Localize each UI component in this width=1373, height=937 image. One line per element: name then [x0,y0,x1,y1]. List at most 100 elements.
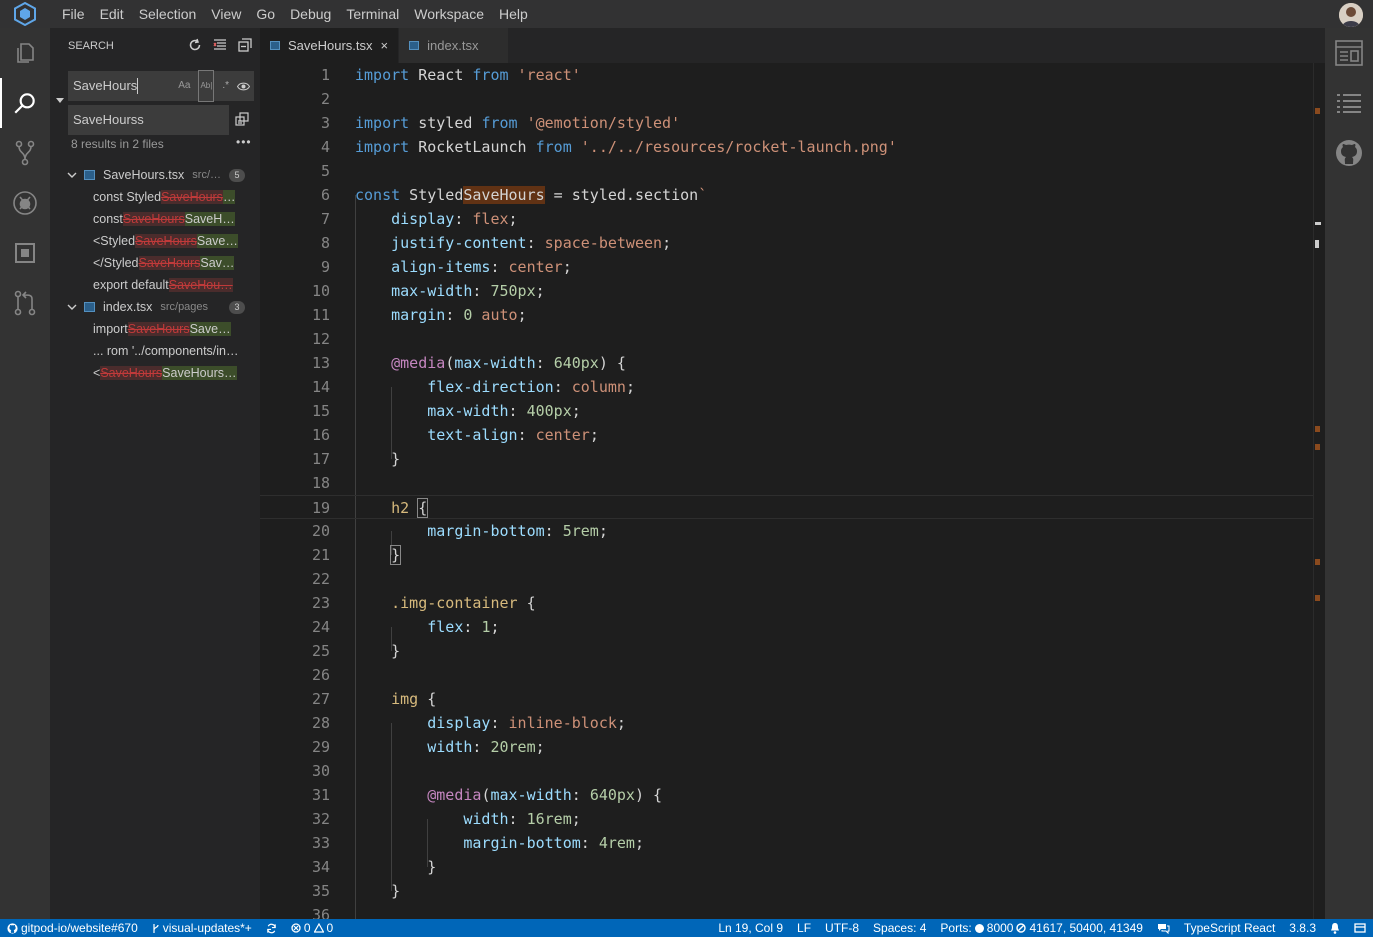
code-line[interactable]: 1 import React from 'react' [260,63,1315,87]
ts-version[interactable]: 3.8.3 [1282,921,1323,935]
code-line[interactable]: 5 [260,159,1315,183]
menu-selection[interactable]: Selection [131,0,204,28]
code-line[interactable]: 29 width: 20rem; [260,735,1315,759]
code-line[interactable]: 27 img { [260,687,1315,711]
ports-status[interactable]: Ports: 8000 41617, 50400, 41349 [933,921,1150,935]
toggle-replace-icon[interactable] [56,98,64,103]
code-editor[interactable]: 1 import React from 'react' 2 3 import style… [260,63,1325,919]
code-line[interactable]: 32 width: 16rem; [260,807,1315,831]
github-icon[interactable] [1325,128,1373,178]
code-line[interactable]: 14 flex-direction: column; [260,375,1315,399]
menu-terminal[interactable]: Terminal [339,0,407,28]
source-control-icon[interactable] [0,128,50,178]
code-line[interactable]: 15 max-width: 400px; [260,399,1315,423]
code-line[interactable]: 26 [260,663,1315,687]
menu-go[interactable]: Go [249,0,283,28]
repo-status[interactable]: gitpod-io/website#670 [0,921,145,935]
indent-status[interactable]: Spaces: 4 [866,921,933,935]
close-icon[interactable]: × [381,38,389,53]
code-line[interactable]: 24 flex: 1; [260,615,1315,639]
encoding-status[interactable]: UTF-8 [818,921,866,935]
result-file-savehours[interactable]: SaveHours.tsx src/… 5 [50,164,260,186]
match-item[interactable]: const Styled SaveHours… [50,186,246,208]
code-line[interactable]: 9 align-items: center; [260,255,1315,279]
tab-savehours[interactable]: SaveHours.tsx × [260,28,400,63]
feedback-icon[interactable] [1150,921,1177,935]
user-avatar[interactable] [1339,3,1363,27]
code-line[interactable]: 2 [260,87,1315,111]
code-line[interactable]: 7 display: flex; [260,207,1315,231]
clear-results-icon[interactable] [213,38,227,52]
code-line[interactable]: 19 h2 { [260,495,1315,519]
code-line[interactable]: 22 [260,567,1315,591]
match-item[interactable]: </Styled SaveHours Sav… [50,252,246,274]
code-line[interactable]: 35 } [260,879,1315,903]
editor-scrollbar[interactable] [1313,63,1325,919]
code-line[interactable]: 10 max-width: 750px; [260,279,1315,303]
match-word-option[interactable]: Ab| [198,70,215,102]
menu-view[interactable]: View [204,0,249,28]
match-item[interactable]: < SaveHours SaveHours… [50,362,246,384]
code-line[interactable]: 8 justify-content: space-between; [260,231,1315,255]
extensions-icon[interactable] [0,228,50,278]
menu-workspace[interactable]: Workspace [407,0,492,28]
line-number: 23 [311,594,330,612]
match-item[interactable]: ... rom '../components/in… [50,340,246,362]
replace-all-icon[interactable] [235,112,249,126]
code-line[interactable]: 16 text-align: center; [260,423,1315,447]
match-item[interactable]: const SaveHours SaveH… [50,208,246,230]
branch-status[interactable]: visual-updates*+ [145,921,259,935]
code-line[interactable]: 34 } [260,855,1315,879]
problems-status[interactable]: 0 0 [284,921,340,935]
code-line[interactable]: 33 margin-bottom: 4rem; [260,831,1315,855]
code-line[interactable]: 30 [260,759,1315,783]
code-line[interactable]: 23 .img-container { [260,591,1315,615]
code-line[interactable]: 11 margin: 0 auto; [260,303,1315,327]
code-token: : [472,738,491,756]
replace-input[interactable]: SaveHourss [68,105,229,135]
eye-icon[interactable] [237,82,250,91]
more-actions-icon[interactable]: ••• [236,135,252,149]
code-line[interactable]: 3 import styled from '@emotion/styled' [260,111,1315,135]
code-line[interactable]: 31 @media(max-width: 640px) { [260,783,1315,807]
search-icon[interactable] [0,78,50,128]
menu-edit[interactable]: Edit [92,0,131,28]
code-line[interactable]: 18 [260,471,1315,495]
sync-icon[interactable] [259,923,284,934]
language-mode[interactable]: TypeScript React [1177,921,1282,935]
refresh-icon[interactable] [188,38,202,52]
pull-request-icon[interactable] [0,278,50,328]
code-line[interactable]: 36 [260,903,1315,919]
cursor-position[interactable]: Ln 19, Col 9 [711,921,790,935]
bell-icon[interactable] [1323,921,1347,935]
code-line[interactable]: 13 @media(max-width: 640px) { [260,351,1315,375]
code-line[interactable]: 20 margin-bottom: 5rem; [260,519,1315,543]
explorer-icon[interactable] [0,28,50,78]
code-line[interactable]: 25 } [260,639,1315,663]
eol-status[interactable]: LF [790,921,818,935]
code-line[interactable]: 4 import RocketLaunch from '../../resourc… [260,135,1315,159]
code-line[interactable]: 28 display: inline-block; [260,711,1315,735]
search-input[interactable]: SaveHours Aa Ab| .* [68,70,254,102]
match-item[interactable]: export default SaveHou… [50,274,246,296]
collapse-all-icon[interactable] [238,38,252,52]
result-file-index[interactable]: index.tsx src/pages 3 [50,296,260,318]
menu-debug[interactable]: Debug [283,0,339,28]
match-case-option[interactable]: Aa [178,71,190,101]
regex-option[interactable]: .* [222,71,229,101]
outline-icon[interactable] [1325,78,1373,128]
code-line[interactable]: 6 const StyledSaveHours = styled.section` [260,183,1315,207]
code-line[interactable]: 21 } [260,543,1315,567]
debug-icon[interactable] [0,178,50,228]
menu-help[interactable]: Help [492,0,536,28]
panel-toggle-icon[interactable] [1347,921,1373,935]
code-line[interactable]: 12 [260,327,1315,351]
menu-file[interactable]: File [50,0,92,28]
code-text: margin-bottom: 4rem; [355,831,644,855]
tab-index[interactable]: index.tsx [399,28,510,63]
line-number: 11 [311,306,330,324]
match-item[interactable]: import SaveHours Save… [50,318,246,340]
match-item[interactable]: <Styled SaveHours Save… [50,230,246,252]
preview-icon[interactable] [1325,28,1373,78]
code-line[interactable]: 17 } [260,447,1315,471]
